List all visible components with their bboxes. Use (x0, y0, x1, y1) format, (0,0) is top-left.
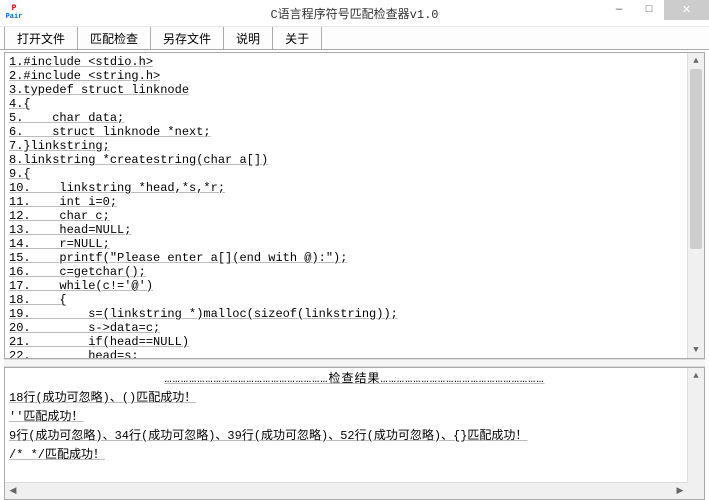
code-line: 18. { (9, 293, 700, 307)
app-icon: P Pair (6, 5, 22, 21)
code-line: 13. head=NULL; (9, 223, 700, 237)
scroll-left-icon[interactable]: ◀ (5, 483, 21, 499)
code-line: 4.{ (9, 97, 700, 111)
scroll-up-icon[interactable]: ▲ (688, 53, 704, 69)
code-line: 6. struct linknode *next; (9, 125, 700, 139)
close-button[interactable]: ✕ (664, 0, 709, 20)
code-line: 14. r=NULL; (9, 237, 700, 251)
horizontal-scrollbar[interactable]: ◀ ▶ (5, 482, 688, 499)
code-line: 16. c=getchar(); (9, 265, 700, 279)
code-panel: 1.#include <stdio.h>2.#include <string.h… (4, 52, 705, 359)
maximize-button[interactable]: □ (634, 0, 664, 20)
minimize-button[interactable]: — (604, 0, 634, 20)
scroll-thumb[interactable] (690, 69, 702, 249)
window-buttons: — □ ✕ (604, 0, 709, 20)
code-line: 11. int i=0; (9, 195, 700, 209)
code-line: 10. linkstring *head,*s,*r; (9, 181, 700, 195)
code-line: 5. char data; (9, 111, 700, 125)
code-line: 17. while(c!='@') (9, 279, 700, 293)
code-line: 7.}linkstring; (9, 139, 700, 153)
result-line: /* */匹配成功！ (5, 444, 704, 463)
menu-help[interactable]: 说明 (224, 27, 273, 49)
window-title: C语言程序符号匹配检查器v1.0 (0, 5, 709, 22)
result-line: ''匹配成功！ (5, 406, 704, 425)
menu-save-as[interactable]: 另存文件 (151, 27, 224, 49)
vertical-scrollbar[interactable]: ▲ ▼ (687, 53, 704, 358)
code-line: 3.typedef struct linknode (9, 83, 700, 97)
code-line: 22. head=s; (9, 349, 700, 359)
result-header: ……………………………………………………检查结果…………………………………………… (5, 368, 704, 387)
scroll-up-icon[interactable]: ▲ (688, 368, 704, 384)
menu-bar: 打开文件 匹配检查 另存文件 说明 关于 (0, 27, 709, 50)
code-area[interactable]: 1.#include <stdio.h>2.#include <string.h… (5, 53, 704, 359)
code-line: 9.{ (9, 167, 700, 181)
scroll-corner (688, 483, 704, 499)
code-line: 2.#include <string.h> (9, 69, 700, 83)
code-line: 8.linkstring *createstring(char a[]) (9, 153, 700, 167)
code-line: 20. s->data=c; (9, 321, 700, 335)
splitter[interactable] (4, 359, 705, 367)
code-line: 21. if(head==NULL) (9, 335, 700, 349)
vertical-scrollbar[interactable]: ▲ ▼ (687, 368, 704, 499)
code-line: 12. char c; (9, 209, 700, 223)
title-bar: P Pair C语言程序符号匹配检查器v1.0 — □ ✕ (0, 0, 709, 27)
result-panel: ……………………………………………………检查结果…………………………………………… (4, 367, 705, 500)
code-line: 15. printf("Please enter a[](end with @)… (9, 251, 700, 265)
menu-check[interactable]: 匹配检查 (78, 27, 151, 49)
code-line: 1.#include <stdio.h> (9, 55, 700, 69)
scroll-down-icon[interactable]: ▼ (688, 342, 704, 358)
result-line: 18行(成功可忽略)、()匹配成功！ (5, 387, 704, 406)
menu-open-file[interactable]: 打开文件 (4, 27, 78, 49)
menu-about[interactable]: 关于 (273, 27, 322, 49)
result-line: 9行(成功可忽略)、34行(成功可忽略)、39行(成功可忽略)、52行(成功可忽… (5, 425, 704, 444)
code-line: 19. s=(linkstring *)malloc(sizeof(linkst… (9, 307, 700, 321)
scroll-right-icon[interactable]: ▶ (672, 483, 688, 499)
